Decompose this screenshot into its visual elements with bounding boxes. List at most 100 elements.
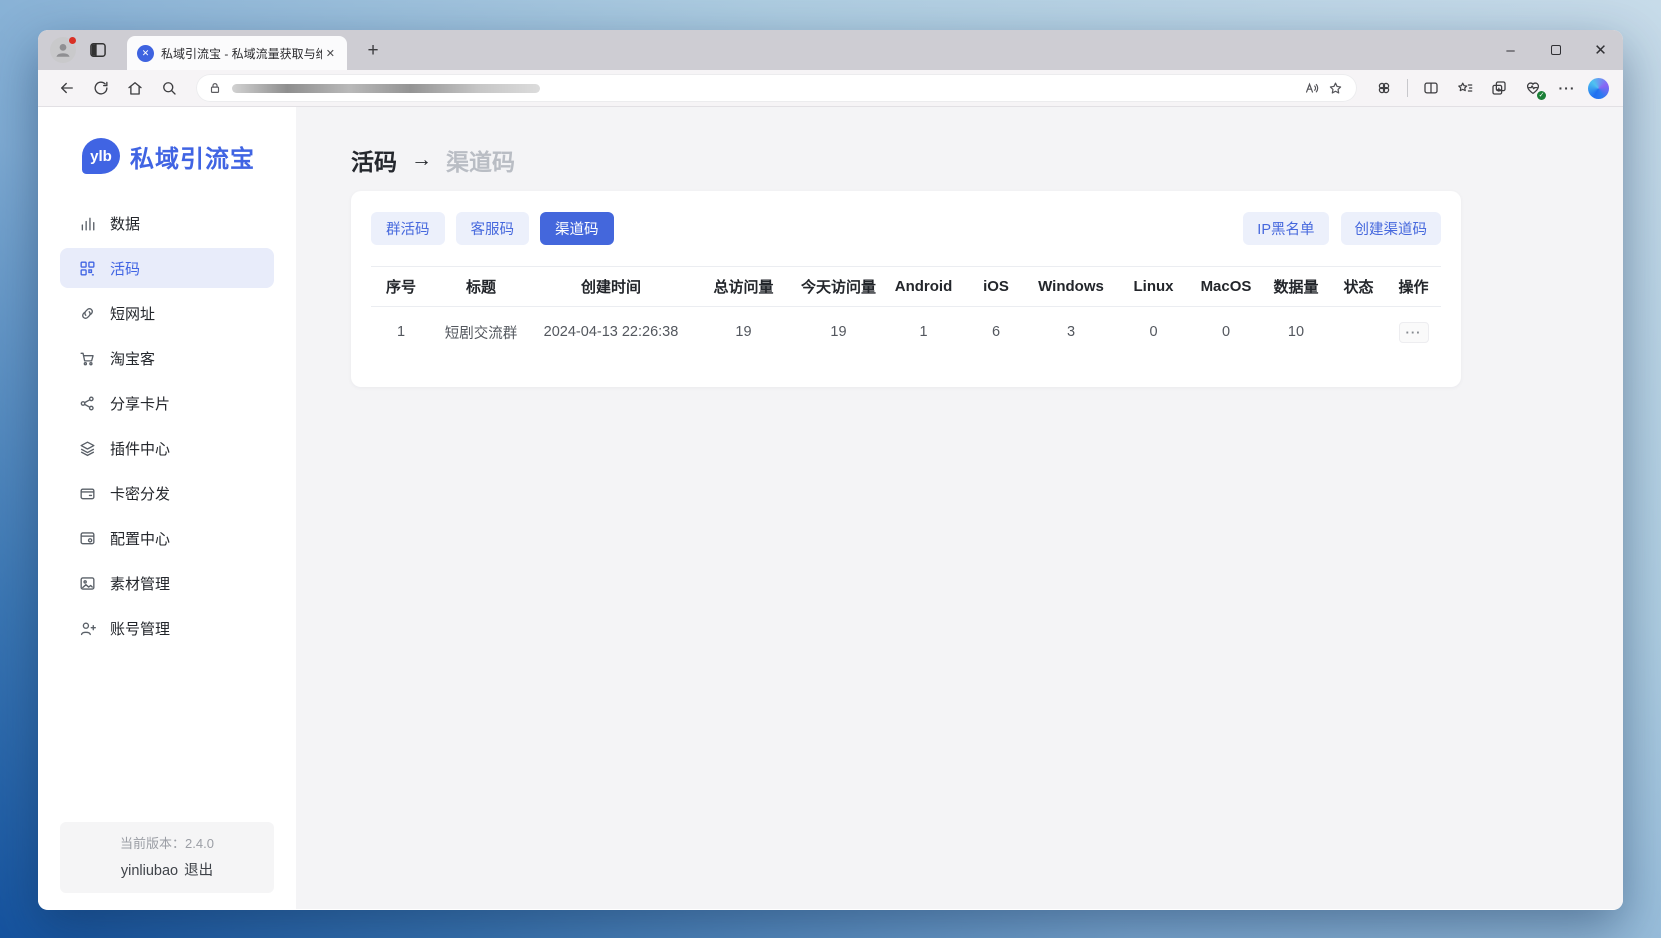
col-header-today-visits: 今天访问量 [796,276,881,297]
maximize-icon [1551,45,1561,55]
create-channel-code-button[interactable]: 创建渠道码 [1341,212,1442,245]
breadcrumb-parent[interactable]: 活码 [351,143,397,177]
toolbar-divider [1407,79,1408,97]
address-bar[interactable] [196,74,1357,102]
tab-title: 私域引流宝 - 私域流量获取与维护 [161,45,322,62]
desktop-background: ✕ 私域引流宝 - 私域流量获取与维护 ✕ + – ✕ [0,0,1661,938]
tab-channel-code[interactable]: 渠道码 [540,212,614,245]
sidebar-item-label: 素材管理 [110,573,170,594]
cell-operation: ··· [1386,322,1441,343]
main-area: 活码 → 渠道码 群活码 客服码 渠道码 IP黑名单 创建渠道码 [296,107,1623,909]
cell-macos: 0 [1191,324,1261,340]
col-header-total-visits: 总访问量 [691,276,796,297]
browser-window: ✕ 私域引流宝 - 私域流量获取与维护 ✕ + – ✕ [38,30,1623,910]
settings-more-button[interactable]: ··· [1554,75,1580,101]
sidebar-item-config-center[interactable]: 配置中心 [60,518,274,558]
extensions-button[interactable] [1371,75,1397,101]
logout-link[interactable]: 退出 [184,863,213,879]
ip-blacklist-button[interactable]: IP黑名单 [1243,212,1328,245]
home-icon [126,79,144,97]
settings-window-icon [78,529,97,548]
breadcrumb-arrow-icon: → [411,148,432,172]
cell-created-time: 2024-04-13 22:26:38 [531,324,691,340]
browser-toolbar: ✓ ··· [38,70,1623,107]
minimize-button[interactable]: – [1488,30,1533,70]
cell-index: 1 [371,324,431,340]
back-button[interactable] [54,75,80,101]
new-tab-button[interactable]: + [360,38,386,64]
image-icon [78,574,97,593]
cell-android: 1 [881,324,966,340]
sidebar-item-plugin-center[interactable]: 插件中心 [60,428,274,468]
cell-ios: 6 [966,324,1026,340]
refresh-button[interactable] [88,75,114,101]
maximize-button[interactable] [1533,30,1578,70]
channel-code-table: 序号 标题 创建时间 总访问量 今天访问量 Android iOS Window… [371,266,1441,357]
sidebar-item-taobao[interactable]: 淘宝客 [60,338,274,378]
col-header-created-time: 创建时间 [531,276,691,297]
logo-badge-icon: ylb [82,138,120,174]
wallet-icon [78,484,97,503]
page-content: ylb 私域引流宝 数据 活码 短网址 [38,107,1623,909]
read-aloud-button[interactable] [1299,76,1323,100]
notification-dot [68,36,77,45]
breadcrumb: 活码 → 渠道码 [351,145,1623,175]
col-header-linux: Linux [1116,278,1191,295]
sidebar-item-data[interactable]: 数据 [60,203,274,243]
sidebar-item-label: 分享卡片 [110,393,170,414]
favorite-star-button[interactable] [1323,76,1347,100]
sidebar-item-label: 淘宝客 [110,348,155,369]
tab-group-live-code[interactable]: 群活码 [371,212,445,245]
tab-customer-service-code[interactable]: 客服码 [456,212,530,245]
window-controls: – ✕ [1488,30,1623,70]
col-header-ios: iOS [966,278,1026,295]
refresh-icon [92,79,110,97]
sidebar-item-share-card[interactable]: 分享卡片 [60,383,274,423]
account-line: yinliubao退出 [60,859,274,880]
browser-essentials-button[interactable]: ✓ [1520,75,1546,101]
sidebar-item-card-distribution[interactable]: 卡密分发 [60,473,274,513]
table-header-row: 序号 标题 创建时间 总访问量 今天访问量 Android iOS Window… [371,266,1441,307]
sidebar-item-label: 配置中心 [110,528,170,549]
profile-avatar[interactable] [50,37,76,63]
search-icon [160,79,178,97]
copilot-icon[interactable] [1588,78,1609,99]
search-button[interactable] [156,75,182,101]
cart-icon [78,349,97,368]
url-redacted-text [232,84,540,93]
close-button[interactable]: ✕ [1578,30,1623,70]
browser-tab[interactable]: ✕ 私域引流宝 - 私域流量获取与维护 ✕ [127,36,347,70]
col-header-status: 状态 [1331,276,1386,297]
essentials-check-badge: ✓ [1537,91,1546,100]
collections-button[interactable] [1486,75,1512,101]
tab-close-icon[interactable]: ✕ [322,45,339,62]
col-header-windows: Windows [1026,278,1116,295]
breadcrumb-current: 渠道码 [446,143,515,177]
row-more-actions-button[interactable]: ··· [1399,322,1429,343]
sidebar-item-short-url[interactable]: 短网址 [60,293,274,333]
sidebar-nav: 数据 活码 短网址 淘宝客 [38,203,296,648]
sidebar-item-label: 活码 [110,258,140,279]
site-favicon-icon: ✕ [137,45,154,62]
col-header-operation: 操作 [1386,276,1441,297]
toggle-knob [1343,334,1357,348]
extensions-icon [1375,79,1393,97]
user-plus-icon [78,619,97,638]
lock-icon [208,81,222,95]
split-screen-icon [1422,79,1440,97]
card-toolbar: 群活码 客服码 渠道码 IP黑名单 创建渠道码 [371,212,1441,245]
sidebar-item-live-code[interactable]: 活码 [60,248,274,288]
col-header-index: 序号 [371,276,431,297]
split-screen-button[interactable] [1418,75,1444,101]
sidebar-item-account-management[interactable]: 账号管理 [60,608,274,648]
home-button[interactable] [122,75,148,101]
app-logo[interactable]: ylb 私域引流宝 [82,135,296,177]
favorites-bar-button[interactable] [1452,75,1478,101]
cell-today-visits: 19 [796,324,881,340]
cell-title: 短剧交流群 [431,322,531,343]
cell-windows: 3 [1026,324,1116,340]
read-aloud-icon [1303,80,1320,97]
tab-actions-icon[interactable] [88,40,108,60]
sidebar-item-material-management[interactable]: 素材管理 [60,563,274,603]
col-header-android: Android [881,278,966,295]
